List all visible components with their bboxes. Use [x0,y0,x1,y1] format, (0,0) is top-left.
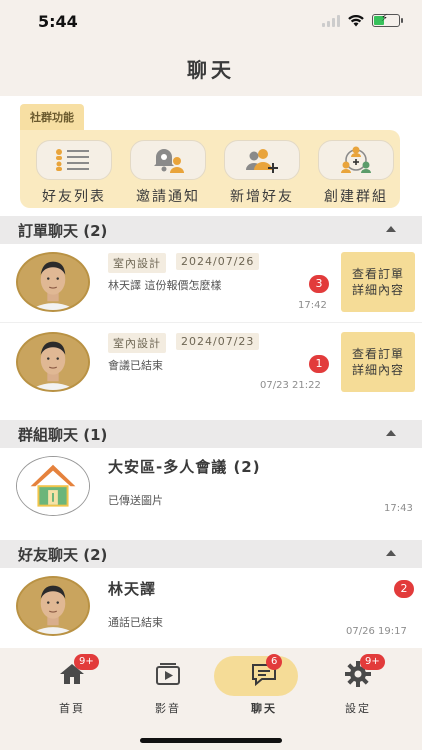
invite-notification-button[interactable]: 邀請通知 [126,140,210,206]
invite-notification-label: 邀請通知 [136,189,200,205]
unread-badge: 1 [309,355,329,373]
tab-label: 聊天 [251,702,277,715]
friend-list-button[interactable]: 好友列表 [32,140,116,206]
message-time: 17:42 [298,300,327,311]
last-message: 已傳送圖片 [108,494,163,507]
tab-badge: 6 [266,654,283,670]
unread-badge: 3 [309,275,329,293]
create-group-icon [341,146,371,173]
date-tag: 2024/07/23 [176,333,260,350]
tab-video[interactable]: 影音 [126,658,210,716]
tab-badge: 9+ [360,654,385,670]
last-message: 會議已結束 [108,359,163,372]
home-indicator [140,738,282,743]
date-tag: 2024/07/26 [176,253,260,270]
avatar [16,252,90,312]
message-time: 07/23 21:22 [260,380,321,391]
category-tag: 室內設計 [108,253,166,273]
last-message: 通話已結束 [108,616,163,629]
person-avatar-icon [18,254,88,310]
page-title: 聊天 [187,58,235,82]
add-friend-label: 新增好友 [230,189,294,205]
view-order-details-button[interactable]: 查看訂單 詳細內容 [341,252,415,312]
friend-list-icon [56,149,89,171]
category-tag: 室內設計 [108,333,166,353]
house-icon [17,457,89,515]
community-panel: 社群功能 好友列表 邀請通知 新增好友 創建群組 [20,104,400,208]
tab-label: 影音 [155,702,181,715]
invite-notification-icon [154,149,184,173]
view-order-details-button[interactable]: 查看訂單 詳細內容 [341,332,415,392]
wifi-icon [348,14,364,26]
order-chats-title: 訂單聊天 (2) [18,222,108,240]
last-message: 林天譯 這份報價怎麼樣 [108,279,222,292]
tab-chat[interactable]: 6 聊天 [214,654,306,716]
friend-chats-title: 好友聊天 (2) [18,546,108,564]
collapse-caret-icon[interactable] [386,550,396,556]
group-chats-title: 群組聊天 (1) [18,426,108,444]
status-time: 5:44 [38,12,78,31]
tab-home[interactable]: 9+ 首頁 [30,654,114,716]
friend-chats-header[interactable]: 好友聊天 (2) [0,540,422,568]
tab-settings[interactable]: 9+ 設定 [316,654,400,716]
person-avatar-icon [18,578,88,634]
message-time: 17:43 [384,503,413,514]
community-box: 好友列表 邀請通知 新增好友 創建群組 [20,130,400,208]
tab-label: 設定 [345,702,371,715]
battery-icon: ⚡ [372,13,403,27]
title-bar: 聊天 [0,44,422,96]
add-friend-button[interactable]: 新增好友 [220,140,304,206]
message-time: 07/26 19:17 [346,626,407,637]
collapse-caret-icon[interactable] [386,430,396,436]
status-icons: ⚡ [322,13,403,27]
video-icon [156,663,180,685]
divider [0,322,422,323]
order-chats-header[interactable]: 訂單聊天 (2) [0,216,422,244]
avatar [16,576,90,636]
tab-badge: 9+ [74,654,99,670]
friend-list-label: 好友列表 [42,189,106,205]
status-bar: 5:44 ⚡ [0,0,422,44]
tab-bar: 9+ 首頁 影音 6 聊天 9+ 設定 [0,648,422,750]
create-group-label: 創建群組 [324,189,388,205]
group-avatar [16,456,90,516]
signal-icon [322,14,340,27]
friend-name: 林天譯 [108,580,157,598]
group-chats-header[interactable]: 群組聊天 (1) [0,420,422,448]
unread-badge: 2 [394,580,414,598]
avatar [16,332,90,392]
create-group-button[interactable]: 創建群組 [314,140,398,206]
group-name: 大安區-多人會議 (2) [108,458,261,476]
tab-label: 首頁 [59,702,85,715]
community-tag: 社群功能 [20,104,84,130]
collapse-caret-icon[interactable] [386,226,396,232]
add-friend-icon [246,149,278,173]
person-avatar-icon [18,334,88,390]
